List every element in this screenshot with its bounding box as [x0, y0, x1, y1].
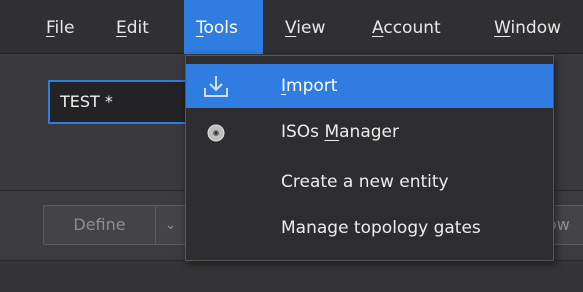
menu-item-import-label: Import — [281, 64, 337, 108]
menu-item-isos-pre: ISOs — [281, 122, 325, 142]
menu-edit-mnemonic: E — [116, 18, 127, 38]
menu-view-label: iew — [296, 18, 326, 38]
menu-bar: File Edit Tools View Account Window — [0, 0, 583, 54]
menu-file-label: ile — [54, 18, 75, 38]
menu-view-mnemonic: V — [285, 18, 297, 38]
workspace-area — [0, 260, 583, 292]
menu-tools-label: ools — [203, 18, 238, 38]
menu-window-mnemonic: W — [494, 18, 511, 38]
import-icon — [202, 73, 230, 99]
entity-tab-test[interactable]: TEST * — [48, 80, 198, 124]
menu-window[interactable]: Window — [482, 0, 573, 54]
menu-item-manage-topology-gates[interactable]: Manage topology gates — [186, 206, 553, 250]
menu-account-mnemonic: A — [372, 18, 384, 38]
menu-item-manage-topology-gates-label: Manage topology gates — [281, 218, 481, 238]
chevron-down-icon: ⌄ — [164, 217, 177, 233]
menu-item-isos-post: anager — [339, 122, 399, 142]
menu-window-label: indow — [510, 18, 562, 38]
menu-file[interactable]: File — [34, 0, 86, 54]
disc-icon — [202, 119, 230, 145]
menu-item-create-entity[interactable]: Create a new entity — [186, 160, 553, 204]
menu-edit[interactable]: Edit — [104, 0, 161, 54]
define-dropdown-button[interactable]: ⌄ — [156, 205, 186, 245]
menu-file-mnemonic: F — [46, 18, 55, 38]
menu-item-isos-mnemonic: M — [324, 122, 340, 142]
menu-item-isos-manager-label: ISOs Manager — [281, 110, 399, 154]
define-button[interactable]: Define — [43, 205, 156, 245]
define-button-label: Define — [73, 215, 126, 234]
entity-tab-label: TEST * — [60, 92, 113, 111]
menu-account-label: ccount — [383, 18, 441, 38]
menu-account[interactable]: Account — [360, 0, 453, 54]
menu-item-import-post: mport — [286, 76, 338, 96]
menu-edit-label: dit — [126, 18, 149, 38]
menu-item-isos-manager[interactable]: ISOs Manager — [186, 110, 553, 154]
menu-tools[interactable]: Tools — [184, 0, 263, 54]
menu-item-create-entity-label: Create a new entity — [281, 172, 449, 192]
menu-tools-mnemonic: T — [196, 18, 204, 38]
menu-item-import[interactable]: Import — [186, 64, 553, 108]
tools-dropdown-menu: Import ISOs Manager Create a new entity … — [185, 55, 554, 261]
menu-view[interactable]: View — [273, 0, 337, 54]
